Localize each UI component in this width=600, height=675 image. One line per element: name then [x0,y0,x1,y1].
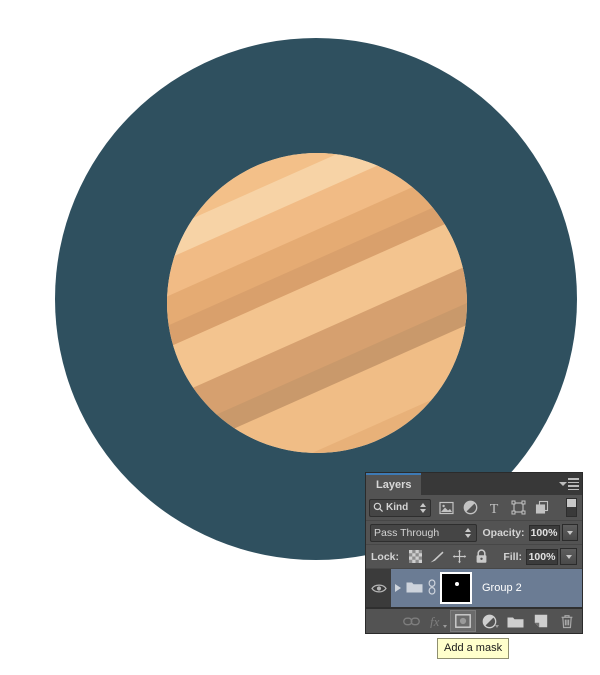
add-mask-icon [455,614,471,628]
lock-image-pixels-icon[interactable] [426,547,448,567]
lock-transparent-pixels-icon[interactable] [404,547,426,567]
trash-icon [561,614,573,628]
new-layer-icon [534,614,548,628]
filter-toggle-switch[interactable] [566,498,577,517]
opacity-dropdown-button[interactable] [561,524,578,541]
disclosure-triangle-icon[interactable] [395,584,401,592]
panel-tab-bar: Layers [366,473,582,495]
blend-mode-stepper-icon[interactable] [464,527,473,538]
chevron-down-icon [559,482,567,486]
type-layers-filter-icon[interactable]: T [482,498,506,518]
layers-panel[interactable]: Layers Kind T Pass Through Opacity: 100%… [366,473,582,633]
delete-layer-button[interactable] [554,610,580,632]
lock-position-icon[interactable] [448,547,470,567]
mask-dot [455,582,459,586]
fill-dropdown-button[interactable] [560,548,577,565]
fill-input[interactable]: 100% [526,548,558,565]
svg-text:fx: fx [430,614,440,628]
tab-layers[interactable]: Layers [366,473,422,495]
layer-row-body[interactable]: Group 2 [391,569,582,607]
new-fill-adjustment-button[interactable] [476,610,502,632]
search-icon [372,502,384,513]
lock-all-icon[interactable] [470,547,492,567]
folder-icon [406,580,423,596]
panel-menu-icon[interactable] [556,473,582,495]
table-row[interactable]: Group 2 [366,569,582,608]
chevron-down-icon [495,625,499,628]
layer-name-label[interactable]: Group 2 [482,582,522,594]
tooltip-text: Add a mask [444,642,503,654]
link-icon[interactable] [427,578,437,598]
layer-visibility-toggle[interactable] [366,569,391,607]
opacity-label: Opacity: [482,526,525,539]
link-layers-button[interactable] [398,610,424,632]
new-layer-button[interactable] [528,610,554,632]
layer-style-button[interactable]: fx [424,610,450,632]
lock-label: Lock: [371,550,400,563]
hamburger-icon [568,478,579,490]
svg-text:T: T [490,502,499,515]
filter-kind-select[interactable]: Kind [369,498,431,517]
opacity-input[interactable]: 100% [528,524,560,541]
smart-object-filter-icon[interactable] [530,498,554,518]
adjustment-layers-filter-icon[interactable] [458,498,482,518]
planet-stripe-group [167,153,467,453]
blend-mode-row: Pass Through Opacity: 100% [366,521,582,545]
new-group-button[interactable] [502,610,528,632]
pixel-layers-filter-icon[interactable] [434,498,458,518]
shape-layers-filter-icon[interactable] [506,498,530,518]
updown-stepper-icon[interactable] [420,502,428,513]
tooltip: Add a mask [437,638,510,659]
folder-icon [507,617,523,627]
filter-kind-label: Kind [386,502,409,513]
panel-tab-empty-space [421,473,556,495]
layers-panel-bottom-toolbar: fx [366,608,582,633]
chevron-down-icon [443,625,447,628]
layer-mask-thumbnail[interactable] [440,572,472,604]
fill-label: Fill: [503,550,522,563]
layer-filter-row: Kind T [366,495,582,521]
blend-mode-value: Pass Through [374,526,440,539]
blend-mode-select[interactable]: Pass Through [370,523,477,542]
layer-list[interactable]: Group 2 [366,569,582,608]
tab-layers-label: Layers [376,479,412,491]
lock-row: Lock: Fill: 100% [366,545,582,569]
eye-icon [370,584,387,592]
add-mask-button[interactable] [450,610,476,632]
planet-shape [167,153,467,453]
